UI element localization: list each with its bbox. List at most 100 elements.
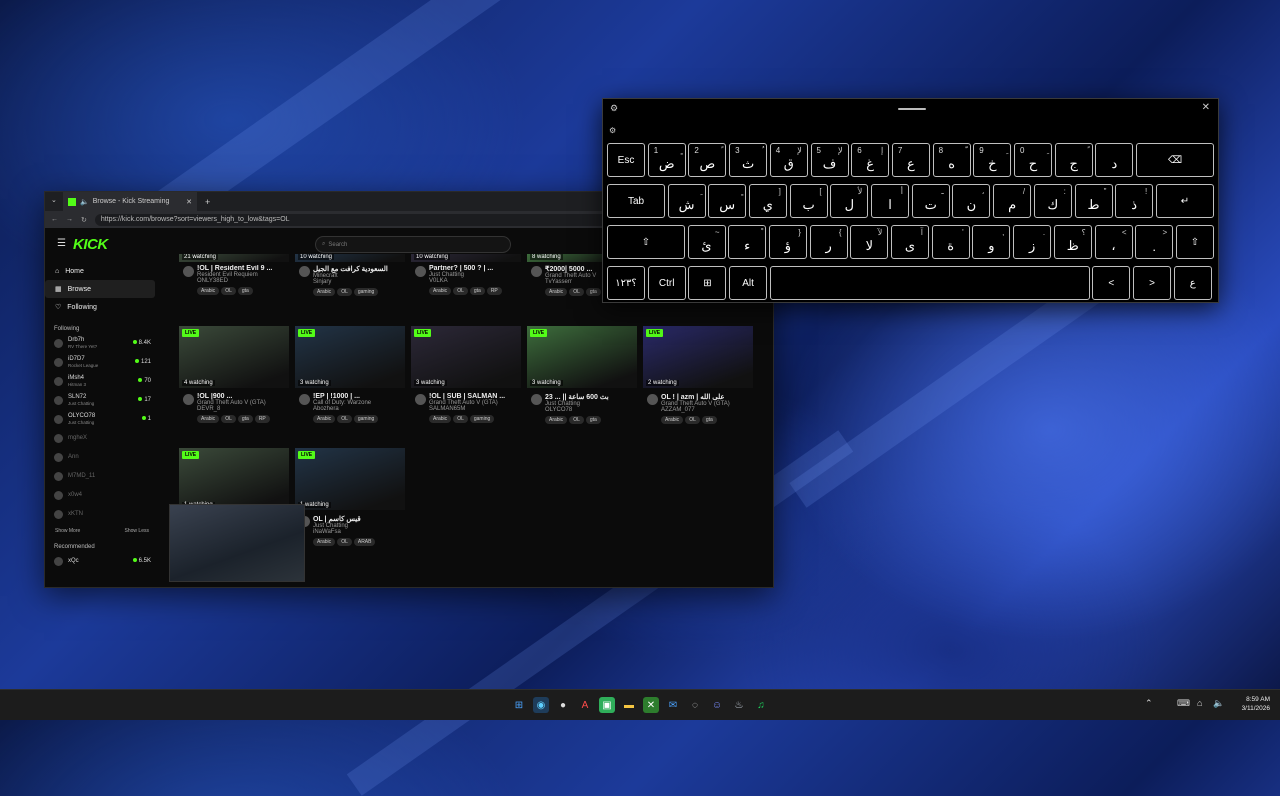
- stream-tag[interactable]: gaming: [353, 288, 379, 296]
- settings-gear-icon[interactable]: ⚙: [610, 103, 618, 114]
- letter-key[interactable]: 9ِخ: [973, 143, 1012, 177]
- letter-key[interactable]: 2ًص: [688, 143, 727, 177]
- stream-title[interactable]: !OL | SUB | SALMAN ...: [429, 393, 521, 400]
- avatar[interactable]: [531, 394, 542, 405]
- stream-tag[interactable]: RP: [486, 287, 502, 295]
- following-channel[interactable]: x0w4: [45, 486, 159, 505]
- avatar[interactable]: [415, 266, 426, 277]
- stream-tag[interactable]: gaming: [469, 415, 495, 423]
- following-channel[interactable]: Drb7h RV There Yet? 8.4K: [45, 334, 159, 353]
- stream-tag[interactable]: Arabic: [313, 415, 336, 423]
- letter-key[interactable]: د: [1095, 143, 1134, 177]
- stream-card[interactable]: LIVE1 watching: [179, 448, 289, 510]
- channel-name[interactable]: DEVR_8: [197, 406, 289, 412]
- stream-tag[interactable]: OL: [337, 415, 352, 423]
- letter-key[interactable]: 4 ﻹق: [769, 143, 808, 177]
- tray-chevron-icon[interactable]: ⌃: [1145, 698, 1153, 709]
- enter-key[interactable]: ↵: [1155, 184, 1214, 218]
- letter-key[interactable]: ـت: [911, 184, 950, 218]
- left-shift-key[interactable]: ⇧: [607, 225, 685, 259]
- letter-key[interactable]: 3ُث: [729, 143, 768, 177]
- spotify-icon[interactable]: ♫: [753, 697, 769, 713]
- letter-key[interactable]: ,و: [972, 225, 1011, 259]
- letter-key[interactable]: .ز: [1013, 225, 1052, 259]
- following-channel[interactable]: xKTN: [45, 505, 159, 524]
- stream-tag[interactable]: OL: [453, 415, 468, 423]
- obs-icon[interactable]: ●: [555, 697, 571, 713]
- channel-name[interactable]: V0LKA: [429, 278, 521, 284]
- language-key[interactable]: ع: [1173, 266, 1212, 300]
- stream-card[interactable]: LIVE 3 watching !EP | !1000 | ... Call of D…: [295, 326, 405, 423]
- stream-title[interactable]: Partner? | 500 ? | ...: [429, 265, 521, 272]
- emoji-settings-icon[interactable]: ⚙: [609, 126, 616, 135]
- stream-thumbnail[interactable]: LIVE 3 watching: [527, 326, 637, 388]
- kick-logo[interactable]: KICK: [73, 236, 108, 253]
- letter-key[interactable]: ! ذ: [1115, 184, 1154, 218]
- discord-icon[interactable]: ☺: [709, 697, 725, 713]
- stream-tag[interactable]: Arabic: [545, 288, 568, 296]
- stream-tag[interactable]: Arabic: [197, 415, 220, 423]
- symbols-key[interactable]: ؟١٢٣: [607, 266, 645, 300]
- stream-tag[interactable]: gta: [585, 416, 601, 424]
- stream-card[interactable]: LIVE 2 watching OL ! | azm | على الله Grand…: [643, 326, 753, 424]
- edge-browser-icon[interactable]: ◉: [533, 697, 549, 713]
- forward-arrow-icon[interactable]: →: [66, 216, 73, 223]
- stream-tag[interactable]: OL: [221, 287, 236, 295]
- letter-key[interactable]: ' ة: [931, 225, 970, 259]
- stream-tag[interactable]: Arabic: [197, 287, 220, 295]
- stream-tag[interactable]: ARAB: [353, 538, 376, 546]
- mail-icon[interactable]: ✉: [665, 697, 681, 713]
- close-icon[interactable]: ✕: [1202, 102, 1210, 113]
- letter-key[interactable]: ﻵ لا: [850, 225, 889, 259]
- stream-tag[interactable]: gta: [701, 416, 717, 424]
- space-key[interactable]: [769, 266, 1090, 300]
- new-tab-button[interactable]: +: [205, 197, 210, 207]
- left-arrow-key[interactable]: <: [1092, 266, 1131, 300]
- following-channel[interactable]: SLN72 Just Chatting 17: [45, 391, 159, 410]
- reload-icon[interactable]: ↻: [81, 216, 87, 224]
- letter-key[interactable]: " ط: [1074, 184, 1113, 218]
- stream-card[interactable]: 21 watching !OL | Resident Evil 9 ... Resi…: [179, 254, 289, 295]
- sidebar-item-following[interactable]: ♡ Following: [45, 298, 159, 316]
- letter-key[interactable]: آى: [891, 225, 929, 259]
- file-explorer-icon[interactable]: ▬: [621, 697, 637, 713]
- stream-tag[interactable]: gaming: [353, 415, 379, 423]
- following-channel[interactable]: OLYCO78 Just Chatting 1: [45, 410, 159, 429]
- backspace-key[interactable]: ⌫: [1136, 143, 1215, 177]
- stream-thumbnail[interactable]: LIVE1 watching: [295, 448, 405, 510]
- stream-title[interactable]: السعودية كرافت مع الجيل: [313, 265, 405, 273]
- following-channel[interactable]: M7MD_11: [45, 467, 159, 486]
- tab-key[interactable]: Tab: [607, 184, 665, 218]
- letter-key[interactable]: 8ّه: [932, 143, 971, 177]
- following-channel[interactable]: mgheX: [45, 429, 159, 448]
- xbox-icon[interactable]: ✕: [643, 697, 659, 713]
- letter-key[interactable]: >.: [1135, 225, 1174, 259]
- letter-key[interactable]: 5 ﻹف: [810, 143, 849, 177]
- menu-icon[interactable]: ☰: [57, 238, 66, 249]
- stream-thumbnail[interactable]: 10 watching: [295, 254, 405, 262]
- tab-close-button[interactable]: ✕: [186, 198, 192, 206]
- volume-icon[interactable]: 🔈: [1213, 698, 1224, 709]
- letter-key[interactable]: ٍس: [708, 184, 747, 218]
- kick-app-icon[interactable]: ▣: [599, 697, 615, 713]
- ctrl-key[interactable]: Ctrl: [647, 266, 686, 300]
- letter-key[interactable]: / م: [993, 184, 1032, 218]
- keyboard-titlebar[interactable]: ⚙ ✕: [603, 99, 1218, 119]
- stream-title[interactable]: 23 ... || بث 600 ساعة: [545, 393, 637, 401]
- channel-name[interactable]: Abozhera: [313, 406, 405, 412]
- stream-card[interactable]: LIVE 3 watching !OL | SUB | SALMAN ... Gran…: [411, 326, 521, 423]
- channel-name[interactable]: ONLY38ED: [197, 278, 289, 284]
- letter-key[interactable]: ًج: [1054, 143, 1093, 177]
- letter-key[interactable]: 1ٍض: [647, 143, 686, 177]
- app-a-icon[interactable]: A: [577, 697, 593, 713]
- stream-tag[interactable]: gta: [237, 415, 253, 423]
- speaker-icon[interactable]: 🔈: [80, 198, 89, 206]
- avatar[interactable]: [299, 394, 310, 405]
- tab-list-chevron-icon[interactable]: ⌄: [51, 196, 57, 204]
- keyboard-tray-icon[interactable]: ⌨: [1177, 698, 1190, 709]
- stream-tag[interactable]: Arabic: [545, 416, 568, 424]
- stream-tag[interactable]: RP: [254, 415, 270, 423]
- letter-key[interactable]: 7ع: [891, 143, 930, 177]
- stream-title[interactable]: OL | قيس كاسم: [313, 515, 405, 523]
- stream-tag[interactable]: OL: [685, 416, 700, 424]
